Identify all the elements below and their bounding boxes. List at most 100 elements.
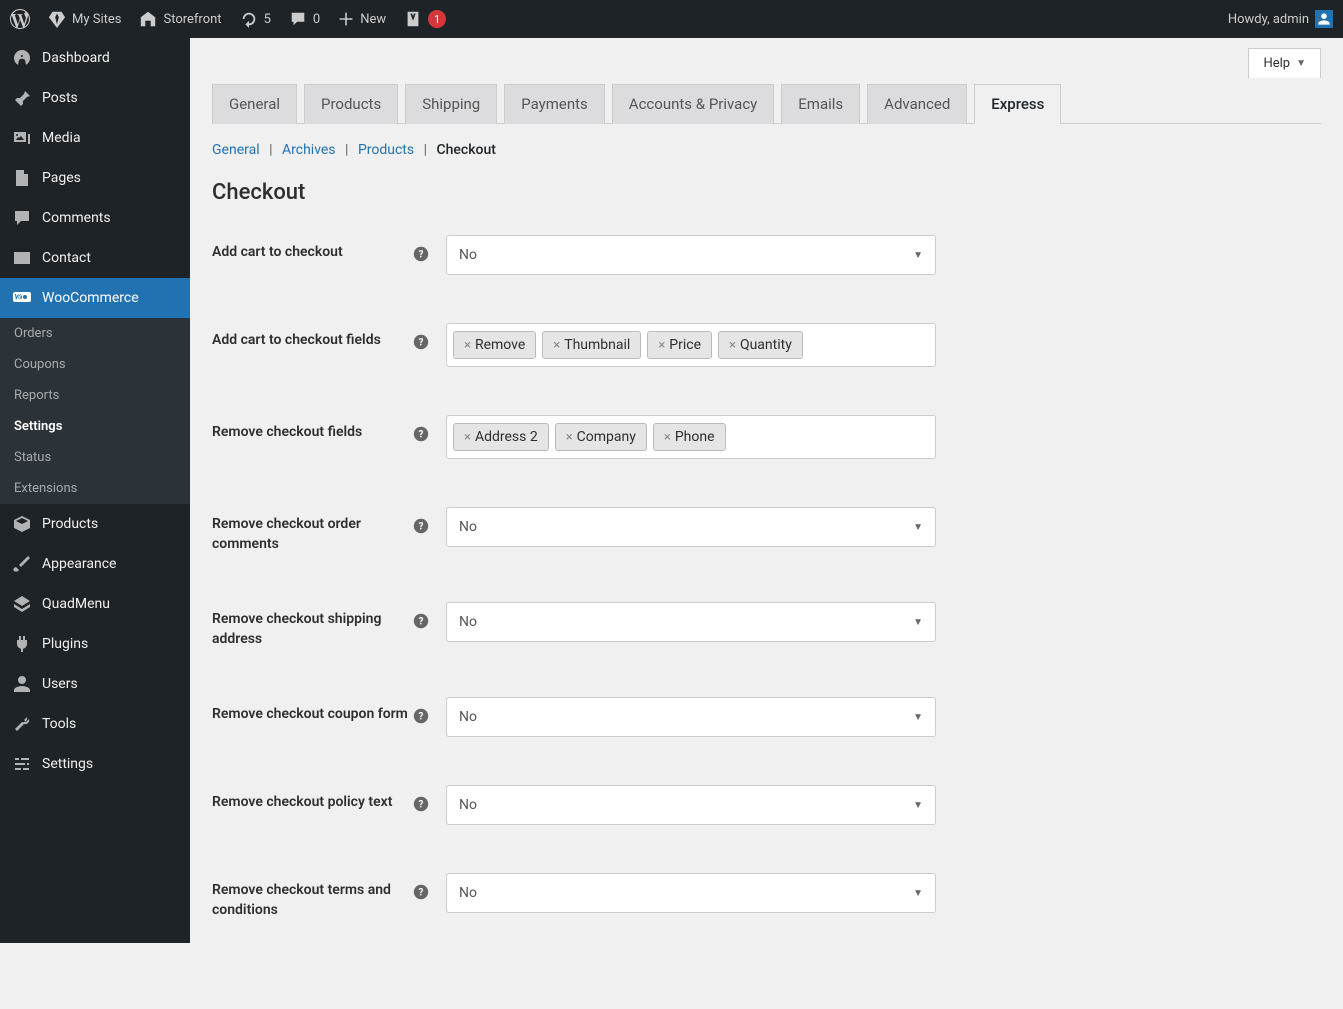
yoast-link[interactable]: 1: [404, 10, 446, 28]
label-policy: Remove checkout policy text: [212, 785, 412, 813]
select-order-comments[interactable]: No ▼: [446, 507, 936, 547]
sidebar-item-products[interactable]: Products: [0, 504, 190, 544]
multiselect-cart-fields[interactable]: ×Remove ×Thumbnail ×Price ×Quantity: [446, 323, 936, 367]
select-policy[interactable]: No ▼: [446, 785, 936, 825]
help-icon[interactable]: ?: [412, 517, 430, 535]
close-icon[interactable]: ×: [658, 338, 665, 353]
site-label: Storefront: [163, 12, 221, 27]
select-coupon[interactable]: No ▼: [446, 697, 936, 737]
products-icon: [12, 514, 32, 534]
select-value: No: [459, 247, 477, 263]
tab-express[interactable]: Express: [974, 84, 1061, 124]
wp-logo[interactable]: [10, 9, 30, 29]
select-terms[interactable]: No ▼: [446, 873, 936, 913]
my-sites-link[interactable]: My Sites: [48, 10, 121, 28]
tag-remove[interactable]: ×Remove: [453, 331, 536, 359]
site-link[interactable]: Storefront: [139, 10, 221, 28]
sidebar-label: QuadMenu: [42, 596, 110, 612]
comments-link[interactable]: 0: [289, 10, 320, 28]
close-icon[interactable]: ×: [664, 430, 671, 445]
subtab-general[interactable]: General: [212, 142, 260, 158]
label-order-comments: Remove checkout order comments: [212, 507, 412, 554]
close-icon[interactable]: ×: [729, 338, 736, 353]
updates-count: 5: [264, 12, 271, 27]
tag-price[interactable]: ×Price: [647, 331, 712, 359]
sidebar-item-appearance[interactable]: Appearance: [0, 544, 190, 584]
close-icon[interactable]: ×: [566, 430, 573, 445]
sidebar-item-woocommerce[interactable]: WooCommerce: [0, 278, 190, 318]
tab-shipping[interactable]: Shipping: [405, 84, 497, 124]
subtab-products[interactable]: Products: [358, 142, 414, 158]
user-icon: [12, 674, 32, 694]
tab-products[interactable]: Products: [304, 84, 398, 124]
updates-link[interactable]: 5: [240, 10, 271, 28]
sidebar-item-pages[interactable]: Pages: [0, 158, 190, 198]
pages-icon: [12, 168, 32, 188]
sidebar-sub-status[interactable]: Status: [0, 442, 190, 473]
select-add-cart[interactable]: No ▼: [446, 235, 936, 275]
help-button[interactable]: Help ▼: [1248, 48, 1321, 78]
field-remove-fields: Remove checkout fields ? ×Address 2 ×Com…: [212, 415, 1321, 459]
tag-quantity[interactable]: ×Quantity: [718, 331, 803, 359]
tag-company[interactable]: ×Company: [555, 423, 647, 451]
sidebar-item-comments[interactable]: Comments: [0, 198, 190, 238]
help-icon[interactable]: ?: [412, 612, 430, 630]
sidebar-sub-orders[interactable]: Orders: [0, 318, 190, 349]
media-icon: [12, 128, 32, 148]
sidebar-item-users[interactable]: Users: [0, 664, 190, 704]
sidebar-item-posts[interactable]: Posts: [0, 78, 190, 118]
sliders-icon: [12, 754, 32, 774]
close-icon[interactable]: ×: [464, 338, 471, 353]
separator: |: [424, 142, 427, 158]
help-icon[interactable]: ?: [412, 707, 430, 725]
tab-payments[interactable]: Payments: [504, 84, 605, 124]
label-add-cart: Add cart to checkout: [212, 235, 412, 263]
subtab-archives[interactable]: Archives: [282, 142, 336, 158]
avatar-icon: [1315, 10, 1333, 28]
sidebar-label: Tools: [42, 716, 76, 732]
select-shipping-addr[interactable]: No ▼: [446, 602, 936, 642]
sidebar-item-settings[interactable]: Settings: [0, 744, 190, 784]
sidebar-item-plugins[interactable]: Plugins: [0, 624, 190, 664]
comments-count: 0: [313, 12, 320, 27]
separator: |: [269, 142, 272, 158]
label-terms: Remove checkout terms and conditions: [212, 873, 412, 920]
sidebar-item-dashboard[interactable]: Dashboard: [0, 38, 190, 78]
section-title: Checkout: [212, 180, 1321, 205]
account-link[interactable]: Howdy, admin: [1228, 10, 1333, 28]
svg-text:?: ?: [419, 250, 424, 261]
sidebar-sub-extensions[interactable]: Extensions: [0, 473, 190, 504]
sidebar-label: Products: [42, 516, 98, 532]
select-value: No: [459, 797, 477, 813]
wrench-icon: [12, 714, 32, 734]
sidebar-label: WooCommerce: [42, 290, 139, 306]
sidebar-label: Users: [42, 676, 78, 692]
sidebar-sub-reports[interactable]: Reports: [0, 380, 190, 411]
tab-accounts-privacy[interactable]: Accounts & Privacy: [612, 84, 774, 124]
help-icon[interactable]: ?: [412, 795, 430, 813]
help-icon[interactable]: ?: [412, 883, 430, 901]
tab-emails[interactable]: Emails: [781, 84, 860, 124]
sidebar-item-contact[interactable]: Contact: [0, 238, 190, 278]
help-icon[interactable]: ?: [412, 425, 430, 443]
help-icon[interactable]: ?: [412, 333, 430, 351]
chevron-down-icon: ▼: [913, 617, 923, 628]
help-icon[interactable]: ?: [412, 245, 430, 263]
sidebar-sub-settings[interactable]: Settings: [0, 411, 190, 442]
tag-thumbnail[interactable]: ×Thumbnail: [542, 331, 641, 359]
tab-advanced[interactable]: Advanced: [867, 84, 967, 124]
close-icon[interactable]: ×: [464, 430, 471, 445]
mail-icon: [12, 248, 32, 268]
sidebar-item-media[interactable]: Media: [0, 118, 190, 158]
new-link[interactable]: New: [338, 11, 386, 27]
sidebar-item-quadmenu[interactable]: QuadMenu: [0, 584, 190, 624]
close-icon[interactable]: ×: [553, 338, 560, 353]
multiselect-remove-fields[interactable]: ×Address 2 ×Company ×Phone: [446, 415, 936, 459]
select-value: No: [459, 709, 477, 725]
tab-general[interactable]: General: [212, 84, 297, 124]
sidebar-item-tools[interactable]: Tools: [0, 704, 190, 744]
tag-address2[interactable]: ×Address 2: [453, 423, 549, 451]
label-cart-fields: Add cart to checkout fields: [212, 323, 412, 351]
sidebar-sub-coupons[interactable]: Coupons: [0, 349, 190, 380]
tag-phone[interactable]: ×Phone: [653, 423, 726, 451]
